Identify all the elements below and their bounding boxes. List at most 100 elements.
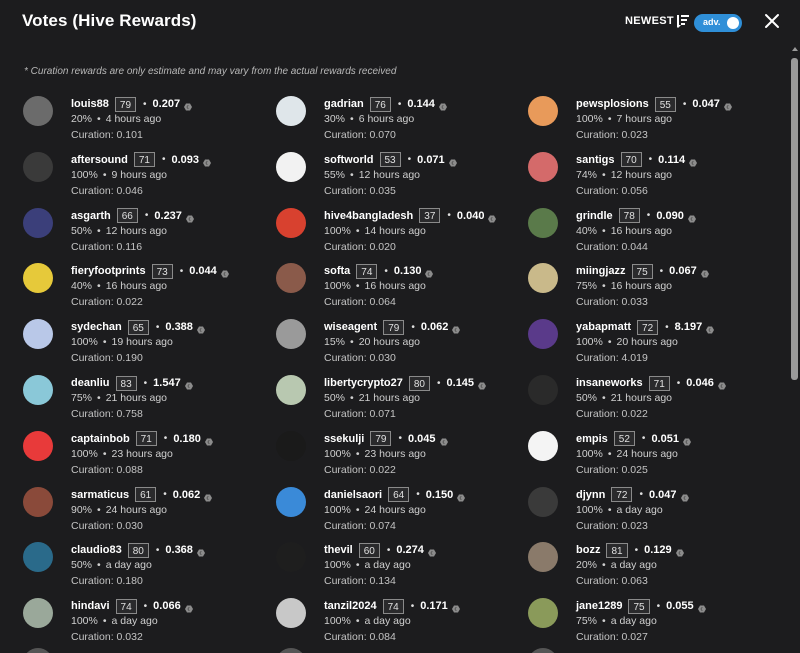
voter-name[interactable]: deanliu (71, 377, 110, 389)
avatar[interactable] (528, 96, 558, 126)
curation-value: 0.070 (369, 129, 396, 141)
avatar[interactable] (528, 207, 558, 238)
reputation-badge: 70 (620, 152, 642, 168)
voter-name[interactable]: sydechan (71, 321, 122, 333)
avatar[interactable] (23, 375, 53, 405)
avatar[interactable] (23, 319, 53, 350)
voter-name[interactable]: softa (324, 265, 350, 277)
avatar[interactable] (528, 542, 558, 573)
avatar[interactable] (276, 542, 306, 573)
voter-name[interactable]: ssekulji (324, 433, 364, 445)
scroll-up-arrow-icon[interactable] (792, 47, 798, 51)
avatar[interactable] (276, 375, 306, 405)
reward-amount: 0.047 (648, 488, 677, 501)
voter-name[interactable]: danielsaori (324, 489, 382, 501)
voter-name[interactable]: sarmaticus (71, 489, 129, 501)
vote-time: 23 hours ago (111, 447, 173, 460)
vote-item: claudio83 80 • 0.368 50% • a day ago Curation: … (23, 540, 273, 596)
vote-percent: 30% (324, 113, 346, 125)
avatar[interactable] (23, 96, 53, 126)
curation-value: 0.116 (116, 240, 143, 253)
scrollbar[interactable] (789, 44, 800, 653)
avatar[interactable] (276, 151, 306, 182)
voter-name[interactable]: hive4bangladesh (324, 210, 413, 222)
curation-label: Curation: (71, 519, 117, 532)
voter-name[interactable]: yabapmatt (576, 321, 631, 333)
close-icon[interactable] (763, 12, 781, 30)
voter-name[interactable]: pewsplosions (576, 98, 649, 110)
hive-icon (680, 490, 690, 502)
curation-label: Curation: (71, 129, 117, 141)
avatar[interactable] (276, 598, 306, 629)
voter-name[interactable]: captainbob (71, 433, 130, 445)
voter-name[interactable]: djynn (576, 489, 605, 501)
separator-dot: • (646, 210, 651, 222)
avatar[interactable] (23, 598, 53, 629)
advanced-toggle[interactable]: adv. (694, 14, 742, 32)
avatar[interactable] (528, 430, 558, 461)
voter-name[interactable]: claudio83 (71, 544, 122, 556)
voter-name[interactable]: grindle (576, 210, 613, 222)
voter-name[interactable]: softworld (324, 154, 374, 166)
avatar[interactable] (23, 542, 53, 573)
separator-dot: • (163, 433, 168, 445)
reputation-badge: 74 (115, 598, 137, 614)
voter-name[interactable]: wiseagent (324, 321, 377, 333)
voter-name[interactable]: bozz (576, 544, 600, 556)
avatar[interactable] (276, 96, 306, 126)
voter-name[interactable]: jane1289 (576, 600, 622, 612)
voter-name[interactable]: miingjazz (576, 265, 626, 277)
hive-icon (688, 155, 698, 167)
separator-dot: • (355, 503, 360, 516)
avatar[interactable] (528, 375, 558, 405)
avatar[interactable] (528, 486, 558, 517)
vote-percent: 100% (324, 559, 351, 572)
avatar[interactable] (276, 207, 306, 238)
vote-percent: 75% (71, 392, 93, 404)
curation-label: Curation: (576, 184, 622, 197)
avatar[interactable] (23, 151, 53, 182)
vote-time: 19 hours ago (111, 336, 173, 349)
avatar[interactable] (276, 430, 306, 461)
voter-name[interactable]: tanzil2024 (324, 600, 377, 612)
voter-name[interactable]: libertycrypto27 (324, 377, 403, 389)
voter-name[interactable]: asgarth (71, 210, 111, 222)
reputation-badge: 76 (369, 96, 391, 112)
avatar[interactable] (276, 263, 306, 294)
voter-name[interactable]: aftersound (71, 154, 128, 166)
avatar[interactable] (23, 207, 53, 238)
voter-name[interactable]: thevil (324, 544, 353, 556)
avatar[interactable] (528, 319, 558, 350)
vote-item: softa 74 • 0.130 100% • 16 hours ago Curation: … (276, 261, 526, 317)
voter-name[interactable]: insaneworks (576, 377, 643, 389)
reputation-badge: 37 (419, 208, 441, 224)
avatar[interactable] (528, 151, 558, 182)
separator-dot: • (384, 265, 388, 277)
vote-percent: 75% (576, 615, 598, 628)
avatar[interactable] (23, 486, 53, 517)
reward-amount: 0.145 (446, 377, 475, 389)
avatar[interactable] (276, 486, 306, 517)
voter-name[interactable]: fieryfootprints (71, 265, 146, 277)
avatar[interactable] (23, 430, 53, 461)
curation-label: Curation: (324, 129, 370, 141)
voter-name[interactable]: gadrian (324, 98, 364, 110)
curation-value: 0.758 (116, 408, 143, 420)
vote-item: jane1289 75 • 0.055 75% • a day ago Curation: 0… (528, 596, 778, 652)
reward-amount: 1.547 (153, 377, 181, 389)
vote-time: 23 hours ago (364, 447, 426, 460)
avatar[interactable] (528, 598, 558, 629)
voter-name[interactable]: hindavi (71, 600, 110, 612)
scroll-thumb[interactable] (791, 58, 798, 380)
reward-amount: 0.129 (644, 544, 672, 557)
sort-newest-button[interactable]: NEWEST (625, 14, 689, 28)
voter-name[interactable]: louis88 (71, 98, 109, 110)
avatar[interactable] (23, 263, 53, 294)
curation-value: 0.035 (369, 184, 396, 197)
reward-amount: 0.150 (425, 488, 454, 501)
voter-name[interactable]: empis (576, 433, 608, 445)
avatar[interactable] (528, 263, 558, 294)
voter-name[interactable]: santigs (576, 154, 615, 166)
reputation-badge: 64 (388, 487, 410, 503)
avatar[interactable] (276, 319, 306, 350)
